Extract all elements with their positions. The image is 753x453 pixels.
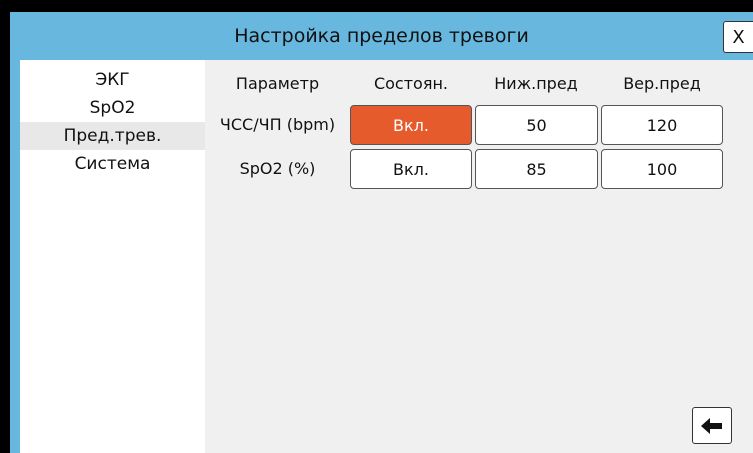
sidebar-item-alarm-limits[interactable]: Пред.трев.	[20, 122, 205, 150]
column-header-parameter: Параметр	[235, 74, 320, 93]
dialog-border	[10, 12, 20, 453]
sidebar-item-spo2[interactable]: SpO2	[20, 94, 205, 122]
arrow-left-icon	[701, 417, 722, 434]
spo2-state-toggle[interactable]: Вкл.	[350, 149, 472, 189]
row-label-spo2: SpO2 (%)	[239, 159, 316, 178]
hr-state-toggle[interactable]: Вкл.	[350, 105, 472, 145]
close-button[interactable]: X	[723, 21, 753, 53]
row-label-hr: ЧСС/ЧП (bpm)	[219, 115, 336, 134]
title-bar: Настройка пределов тревоги X	[10, 12, 753, 60]
column-header-high-limit: Вер.пред	[623, 74, 701, 93]
column-header-state: Состоян.	[373, 74, 449, 93]
hr-high-limit-field[interactable]: 120	[601, 105, 723, 145]
spo2-low-limit-field[interactable]: 85	[475, 149, 598, 189]
dialog-title: Настройка пределов тревоги	[234, 25, 529, 47]
sidebar: ЭКГ SpO2 Пред.трев. Система	[20, 60, 205, 453]
hr-low-limit-field[interactable]: 50	[475, 105, 598, 145]
sidebar-item-ecg[interactable]: ЭКГ	[20, 66, 205, 94]
column-header-low-limit: Ниж.пред	[494, 74, 578, 93]
alarm-limits-panel: Параметр Состоян. Ниж.пред Вер.пред ЧСС/…	[205, 60, 753, 453]
sidebar-item-system[interactable]: Система	[20, 150, 205, 178]
spo2-high-limit-field[interactable]: 100	[601, 149, 723, 189]
back-button[interactable]	[692, 407, 732, 444]
